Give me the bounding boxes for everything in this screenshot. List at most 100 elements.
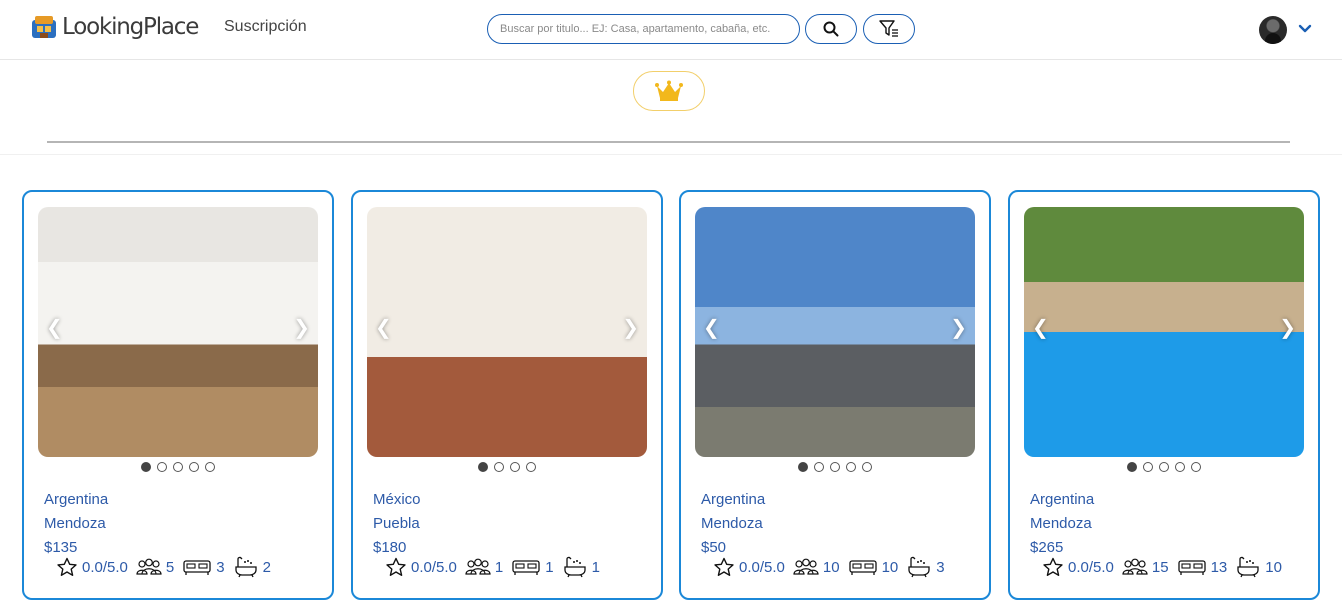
carousel-dot[interactable] (173, 462, 183, 472)
guests-icon (793, 558, 819, 575)
carousel-dot[interactable] (157, 462, 167, 472)
carousel-dot[interactable] (1127, 462, 1137, 472)
carousel-indicators (353, 462, 661, 474)
carousel-prev-icon[interactable]: ❮ (46, 315, 63, 339)
listing-info: Argentina Mendoza $265 (1030, 488, 1094, 560)
guests-stat: 5 (136, 558, 174, 576)
carousel-indicators (681, 462, 989, 474)
rating-stat: 0.0/5.0 (56, 557, 128, 577)
guests-icon (1122, 558, 1148, 575)
carousel-next-icon[interactable]: ❯ (293, 315, 310, 339)
listing-info: Argentina Mendoza $135 (44, 488, 108, 560)
bath-icon (1237, 556, 1259, 578)
guests-icon (465, 558, 491, 575)
carousel-prev-icon[interactable]: ❮ (375, 315, 392, 339)
search-icon (823, 21, 839, 37)
carousel-dot[interactable] (830, 462, 840, 472)
bed-icon (512, 560, 540, 575)
listing-info: México Puebla $180 (373, 488, 421, 560)
listing-photo-carousel[interactable]: ❮ ❯ (695, 207, 975, 457)
section-divider (47, 141, 1290, 143)
beds-value: 1 (545, 558, 554, 576)
carousel-next-icon[interactable]: ❯ (950, 315, 967, 339)
listing-photo-carousel[interactable]: ❮ ❯ (1024, 207, 1304, 457)
top-navbar: LookingPlace Suscripción (0, 0, 1342, 60)
star-icon (1043, 557, 1063, 576)
listing-country: México (373, 491, 421, 508)
carousel-dot[interactable] (846, 462, 856, 472)
beds-value: 10 (881, 558, 899, 576)
brand-logo[interactable]: LookingPlace (30, 12, 199, 42)
baths-stat: 10 (1235, 556, 1282, 578)
baths-stat: 3 (906, 556, 945, 578)
listing-stats: 0.0/5.0 10 10 3 (713, 556, 953, 578)
guests-icon (136, 558, 162, 575)
carousel-dot[interactable] (141, 462, 151, 472)
bed-icon (1177, 560, 1206, 575)
carousel-dot[interactable] (189, 462, 199, 472)
carousel-dot[interactable] (862, 462, 872, 472)
carousel-dot[interactable] (478, 462, 488, 472)
listing-card[interactable]: ❮ ❯ Argentina Mendoza $50 0.0/5.0 10 10 (679, 190, 991, 600)
crown-icon (655, 80, 683, 101)
guests-stat: 15 (1122, 558, 1169, 576)
star-icon (714, 557, 734, 576)
brand-name: LookingPlace (62, 14, 199, 40)
guests-value: 5 (165, 558, 175, 576)
beds-stat: 13 (1177, 558, 1228, 576)
bed-icon (183, 560, 211, 575)
listing-photo-carousel[interactable]: ❮ ❯ (38, 207, 318, 457)
listing-country: Argentina (701, 491, 766, 508)
filter-button[interactable] (863, 14, 915, 44)
star-icon (386, 557, 406, 576)
carousel-dot[interactable] (814, 462, 824, 472)
carousel-indicators (1010, 462, 1318, 474)
carousel-next-icon[interactable]: ❯ (622, 315, 639, 339)
carousel-dot[interactable] (1159, 462, 1169, 472)
carousel-prev-icon[interactable]: ❮ (703, 315, 720, 339)
baths-value: 1 (591, 558, 600, 576)
rating-value: 0.0/5.0 (411, 558, 457, 576)
rating-value: 0.0/5.0 (82, 558, 128, 576)
carousel-prev-icon[interactable]: ❮ (1032, 315, 1049, 339)
rating-value: 0.0/5.0 (739, 558, 785, 576)
carousel-dot[interactable] (1175, 462, 1185, 472)
logo-icon (30, 12, 58, 42)
listing-info: Argentina Mendoza $50 (701, 488, 765, 560)
bath-icon (908, 556, 930, 578)
carousel-dot[interactable] (798, 462, 808, 472)
guests-value: 15 (1151, 558, 1169, 576)
carousel-dot[interactable] (526, 462, 536, 472)
user-avatar[interactable] (1259, 16, 1287, 44)
beds-value: 13 (1210, 558, 1228, 576)
search-input[interactable] (487, 14, 800, 44)
nav-subscription-link[interactable]: Suscripción (224, 18, 307, 36)
premium-filter-button[interactable] (633, 71, 705, 111)
carousel-dot[interactable] (1143, 462, 1153, 472)
listing-photo-carousel[interactable]: ❮ ❯ (367, 207, 647, 457)
carousel-next-icon[interactable]: ❯ (1279, 315, 1296, 339)
rating-stat: 0.0/5.0 (385, 557, 457, 577)
listing-country: Argentina (44, 491, 109, 508)
beds-stat: 1 (511, 558, 554, 576)
carousel-dot[interactable] (510, 462, 520, 472)
listing-city: Mendoza (1030, 515, 1092, 532)
carousel-dot[interactable] (205, 462, 215, 472)
search-button[interactable] (805, 14, 857, 44)
listing-card[interactable]: ❮ ❯ Argentina Mendoza $265 0.0/5.0 15 13 (1008, 190, 1320, 600)
beds-stat: 10 (848, 558, 899, 576)
carousel-dot[interactable] (1191, 462, 1201, 472)
rating-value: 0.0/5.0 (1068, 558, 1114, 576)
beds-stat: 3 (182, 558, 225, 576)
guests-stat: 10 (793, 558, 840, 576)
listing-city: Puebla (373, 515, 420, 532)
baths-value: 10 (1265, 558, 1282, 576)
chevron-down-icon[interactable] (1298, 22, 1312, 36)
rating-stat: 0.0/5.0 (1042, 557, 1114, 577)
listing-country: Argentina (1030, 491, 1095, 508)
listing-card[interactable]: ❮ ❯ Argentina Mendoza $135 0.0/5.0 5 3 2 (22, 190, 334, 600)
carousel-dot[interactable] (494, 462, 504, 472)
listing-card[interactable]: ❮ ❯ México Puebla $180 0.0/5.0 1 1 1 (351, 190, 663, 600)
filter-icon (879, 20, 898, 37)
guests-value: 1 (494, 558, 504, 576)
